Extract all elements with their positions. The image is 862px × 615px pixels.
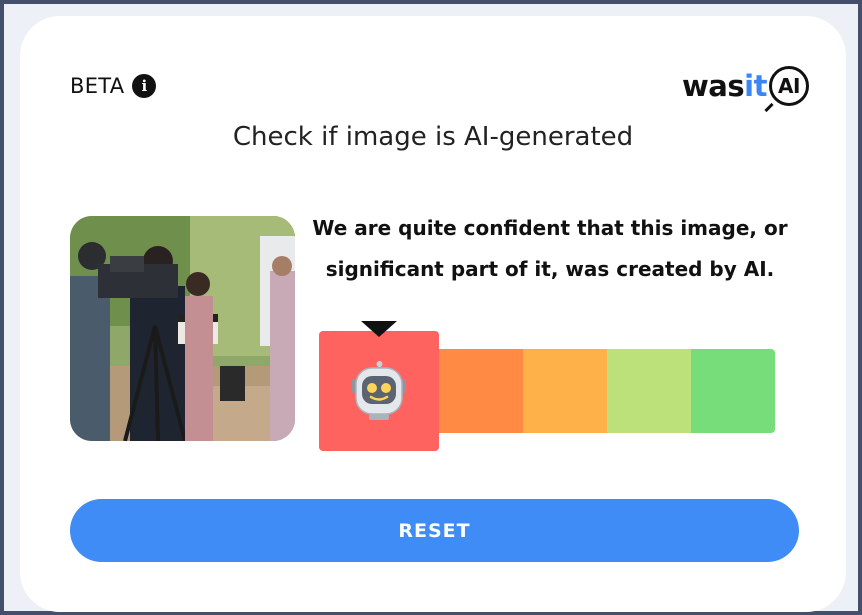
logo-text-was: was — [682, 69, 745, 103]
confidence-scale — [319, 321, 779, 461]
scale-segment-likely-ai — [439, 349, 523, 433]
scale-segment-unsure — [523, 349, 607, 433]
verdict-line-2: significant part of it, was created by A… — [325, 257, 775, 281]
beta-label: BETA — [70, 74, 125, 98]
scale-segment-likely-human — [607, 349, 691, 433]
robot-icon — [352, 361, 406, 420]
window-frame: BETA i was it AI Check if image is AI-gene… — [0, 0, 862, 615]
info-icon[interactable]: i — [132, 74, 157, 98]
page-title: Check if image is AI-generated — [232, 122, 634, 152]
scale-segment-human — [691, 349, 775, 433]
logo-text-it: it — [744, 69, 767, 103]
scale-segment-ai-selected — [319, 331, 439, 451]
verdict-line-1: We are quite confident that this image, … — [312, 216, 788, 240]
logo-text-ai: AI — [777, 74, 800, 98]
wasitai-logo[interactable]: was it AI — [682, 64, 809, 108]
reset-button[interactable]: RESET — [70, 499, 799, 562]
scale-marker-icon — [361, 321, 397, 337]
beta-badge: BETA i — [70, 74, 157, 98]
magnifier-logo-icon: AI — [768, 66, 809, 106]
uploaded-image — [70, 216, 295, 441]
detector-card: BETA i was it AI Check if image is AI-gene… — [20, 16, 846, 612]
verdict-text: We are quite confident that this image, … — [310, 208, 790, 290]
uploaded-photo-graphic — [70, 216, 295, 441]
